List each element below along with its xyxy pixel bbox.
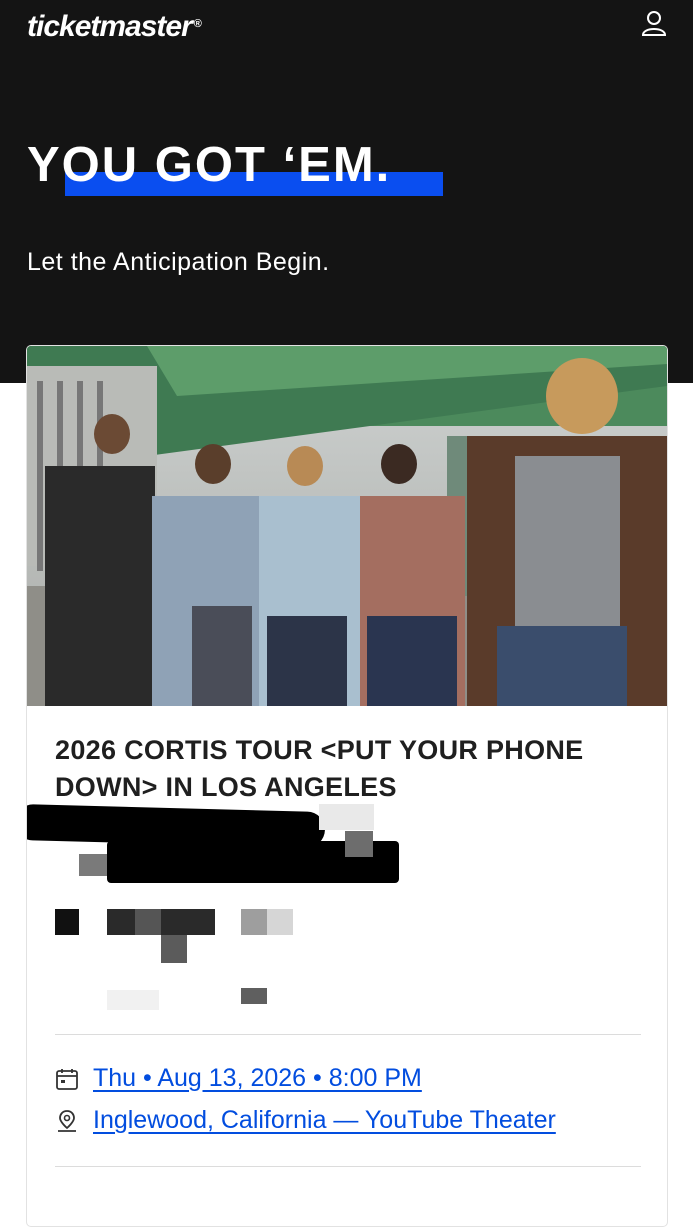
event-datetime-link[interactable]: Thu • Aug 13, 2026 • 8:00 PM [93, 1064, 422, 1093]
event-location-link[interactable]: Inglewood, California — YouTube Theater [93, 1106, 556, 1135]
event-card: 2026 CORTIS TOUR <PUT YOUR PHONE DOWN> I… [26, 345, 668, 1227]
user-icon[interactable] [640, 9, 668, 37]
calendar-icon [56, 1068, 78, 1090]
registered-mark: ® [193, 18, 202, 30]
pixelated-block [345, 831, 373, 857]
pixelated-block [135, 909, 161, 935]
event-location-row[interactable]: Inglewood, California — YouTube Theater [55, 1106, 556, 1135]
pixelated-block [79, 854, 107, 876]
pixelated-block [107, 909, 215, 935]
divider [55, 1166, 641, 1167]
pixelated-block [267, 909, 293, 935]
pixelated-block [241, 988, 267, 1004]
hero-headline: YOU GOT ‘EM. [27, 138, 392, 192]
logo-text: ticketmaster [27, 10, 193, 43]
divider [55, 1034, 641, 1035]
event-datetime-row[interactable]: Thu • Aug 13, 2026 • 8:00 PM [55, 1064, 422, 1093]
event-photo [27, 346, 667, 706]
event-title[interactable]: 2026 CORTIS TOUR <PUT YOUR PHONE DOWN> I… [55, 732, 645, 806]
pixelated-block [55, 909, 79, 935]
pixelated-block [161, 935, 187, 963]
venue-icon [58, 1109, 76, 1132]
hero-headline-block: YOU GOT ‘EM. [27, 138, 443, 196]
pixelated-block [319, 804, 374, 830]
pixelated-block [107, 990, 159, 1010]
pixelated-block [241, 909, 267, 935]
ticketmaster-logo[interactable]: ticketmaster ® [27, 10, 202, 44]
hero-subheadline: Let the Anticipation Begin. [27, 248, 330, 276]
